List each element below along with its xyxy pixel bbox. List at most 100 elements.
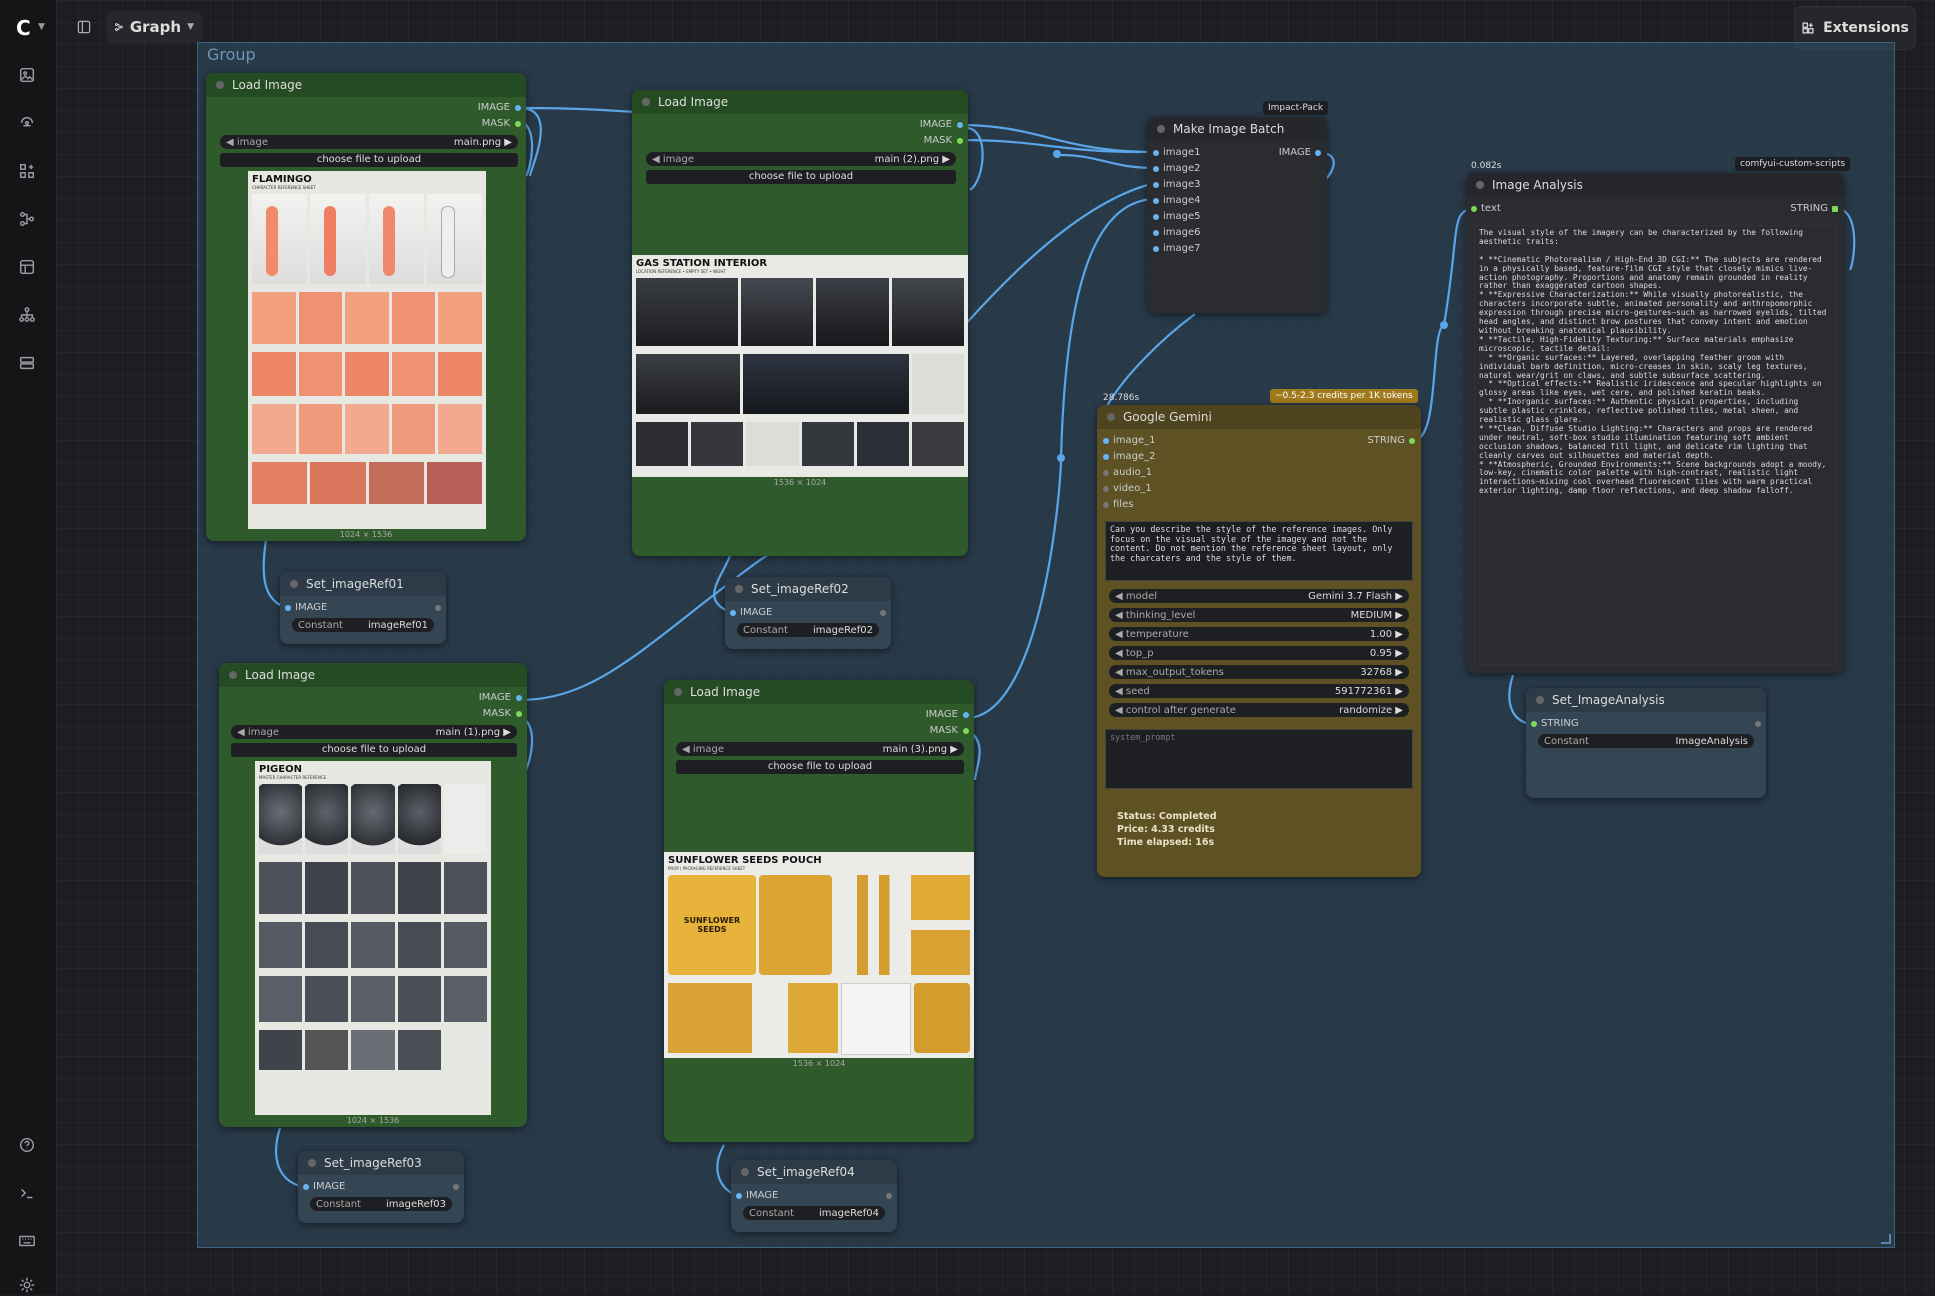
node-header[interactable]: Load Image (632, 90, 968, 114)
image-gallery-icon[interactable] (16, 64, 38, 86)
batch-input-port[interactable] (1153, 166, 1159, 172)
gemini-widget-temperature[interactable]: ◀ temperature 1.00 ▶ (1109, 627, 1409, 641)
group-resize-handle[interactable] (1881, 1234, 1891, 1244)
constant-widget[interactable]: Constant ImageAnalysis (1538, 734, 1754, 748)
gemini-widget-seed[interactable]: ◀ seed 591772361 ▶ (1109, 684, 1409, 698)
batch-input-port[interactable] (1153, 214, 1159, 220)
image-select-widget[interactable]: ◀ image main (3).png ▶ (676, 742, 964, 756)
node-collapse-dot[interactable] (735, 585, 743, 593)
gemini-widget-max-output-tokens[interactable]: ◀ max_output_tokens 32768 ▶ (1109, 665, 1409, 679)
image-input-port[interactable] (730, 610, 736, 616)
batch-input-port[interactable] (1153, 198, 1159, 204)
queue-icon[interactable] (16, 352, 38, 374)
mask-output-port[interactable] (957, 138, 963, 144)
keyboard-icon[interactable] (16, 1230, 38, 1252)
image-output-port[interactable] (516, 695, 522, 701)
comfy-logo-icon[interactable]: C (16, 16, 31, 40)
settings-gear-icon[interactable] (16, 1274, 38, 1296)
image-input-port[interactable] (285, 605, 291, 611)
gemini-input-port[interactable] (1103, 454, 1109, 460)
image-select-widget[interactable]: ◀ image main (1).png ▶ (231, 725, 517, 739)
node-header[interactable]: Google Gemini (1097, 405, 1421, 429)
make-image-batch-node[interactable]: Make Image Batch IMAGE image1 image2 image… (1147, 117, 1327, 313)
load-image-node[interactable]: Load Image IMAGE MASK ◀ image main.png ▶ … (206, 73, 526, 541)
load-image-node[interactable]: Load Image IMAGE MASK ◀ image main (3).pn… (664, 680, 974, 1142)
set-node[interactable]: Set_imageRef03 IMAGE Constant imageRef03 (298, 1151, 464, 1223)
node-collapse-dot[interactable] (1476, 181, 1484, 189)
node-collapse-dot[interactable] (741, 1168, 749, 1176)
mask-output-port[interactable] (516, 711, 522, 717)
upload-button[interactable]: choose file to upload (646, 170, 956, 184)
terminal-icon[interactable] (16, 1182, 38, 1204)
model-library-icon[interactable] (16, 112, 38, 134)
string-output-port[interactable] (1409, 438, 1415, 444)
constant-widget[interactable]: Constant imageRef03 (310, 1197, 452, 1211)
set-node[interactable]: Set_imageRef04 IMAGE Constant imageRef04 (731, 1160, 897, 1232)
node-header[interactable]: Load Image (664, 680, 974, 704)
node-collapse-dot[interactable] (642, 98, 650, 106)
image-analysis-node[interactable]: Image Analysis text STRING The visual st… (1466, 173, 1844, 673)
hierarchy-icon[interactable] (16, 304, 38, 326)
node-header[interactable]: Set_imageRef01 (280, 572, 446, 596)
image-output-port[interactable] (963, 712, 969, 718)
constant-widget[interactable]: Constant imageRef01 (292, 618, 434, 632)
node-collapse-dot[interactable] (290, 580, 298, 588)
image-input-port[interactable] (303, 1184, 309, 1190)
node-collapse-dot[interactable] (674, 688, 682, 696)
image-output-port[interactable] (515, 105, 521, 111)
text-input-port[interactable] (1471, 206, 1477, 212)
set-node[interactable]: Set_imageRef02 IMAGE Constant imageRef02 (725, 577, 891, 649)
analysis-output-text[interactable]: The visual style of the imagery can be c… (1474, 225, 1836, 665)
image-output-port[interactable] (957, 122, 963, 128)
group-title[interactable]: Group (207, 45, 256, 64)
gemini-input-port[interactable] (1103, 486, 1109, 492)
node-header[interactable]: Set_imageRef02 (725, 577, 891, 601)
system-prompt-textarea[interactable]: system_prompt (1105, 729, 1413, 789)
node-collapse-dot[interactable] (1536, 696, 1544, 704)
string-input-port[interactable] (1531, 721, 1537, 727)
node-header[interactable]: Set_ImageAnalysis (1526, 688, 1766, 712)
node-collapse-dot[interactable] (216, 81, 224, 89)
gemini-input-port[interactable] (1103, 438, 1109, 444)
output-port[interactable] (435, 605, 441, 611)
node-header[interactable]: Load Image (219, 663, 527, 687)
node-collapse-dot[interactable] (1157, 125, 1165, 133)
string-output-port[interactable] (1832, 206, 1838, 212)
output-port[interactable] (880, 610, 886, 616)
gemini-widget-thinking-level[interactable]: ◀ thinking_level MEDIUM ▶ (1109, 608, 1409, 622)
node-library-icon[interactable] (16, 160, 38, 182)
upload-button[interactable]: choose file to upload (676, 760, 964, 774)
mask-output-port[interactable] (963, 728, 969, 734)
upload-button[interactable]: choose file to upload (220, 153, 518, 167)
gemini-widget-model[interactable]: ◀ model Gemini 3.7 Flash ▶ (1109, 589, 1409, 603)
chevron-down-icon[interactable]: ▼ (38, 22, 45, 32)
graph-tab[interactable]: Graph ▼ (106, 11, 202, 43)
image-select-widget[interactable]: ◀ image main (2).png ▶ (646, 152, 956, 166)
panel-toggle-icon[interactable] (76, 11, 98, 43)
node-header[interactable]: Load Image (206, 73, 526, 97)
gemini-widget-control-after-generate[interactable]: ◀ control after generate randomize ▶ (1109, 703, 1409, 717)
gemini-input-port[interactable] (1103, 502, 1109, 508)
upload-button[interactable]: choose file to upload (231, 743, 517, 757)
batch-input-port[interactable] (1153, 230, 1159, 236)
node-header[interactable]: Set_imageRef04 (731, 1160, 897, 1184)
image-input-port[interactable] (736, 1193, 742, 1199)
batch-input-port[interactable] (1153, 150, 1159, 156)
node-header[interactable]: Make Image Batch (1147, 117, 1327, 141)
set-node[interactable]: Set_ImageAnalysis STRING Constant ImageAn… (1526, 688, 1766, 798)
batch-input-port[interactable] (1153, 246, 1159, 252)
image-output-port[interactable] (1315, 150, 1321, 156)
constant-widget[interactable]: Constant imageRef02 (737, 623, 879, 637)
load-image-node[interactable]: Load Image IMAGE MASK ◀ image main (1).pn… (219, 663, 527, 1127)
templates-icon[interactable] (16, 256, 38, 278)
gemini-input-port[interactable] (1103, 470, 1109, 476)
node-header[interactable]: Set_imageRef03 (298, 1151, 464, 1175)
node-collapse-dot[interactable] (229, 671, 237, 679)
node-header[interactable]: Image Analysis (1466, 173, 1844, 197)
constant-widget[interactable]: Constant imageRef04 (743, 1206, 885, 1220)
gemini-widget-top-p[interactable]: ◀ top_p 0.95 ▶ (1109, 646, 1409, 660)
batch-input-port[interactable] (1153, 182, 1159, 188)
help-icon[interactable] (16, 1134, 38, 1156)
google-gemini-node[interactable]: Google Gemini STRING image_1 image_2 audio… (1097, 405, 1421, 877)
image-select-widget[interactable]: ◀ image main.png ▶ (220, 135, 518, 149)
